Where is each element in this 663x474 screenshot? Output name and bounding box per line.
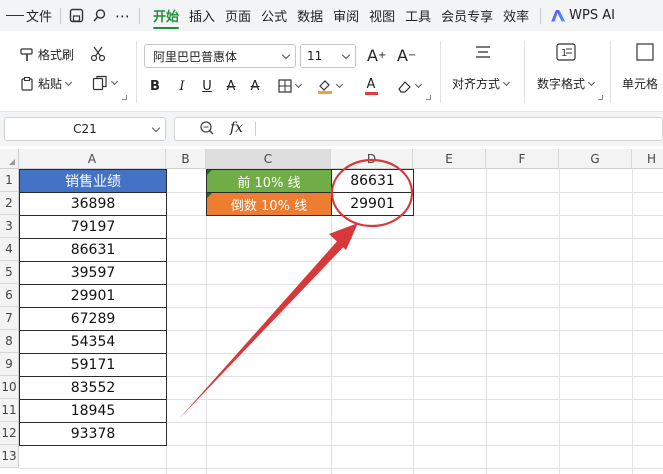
annotation-circle	[330, 158, 414, 228]
annotation-overlay	[178, 158, 414, 420]
annotation-arrow-shaft	[178, 233, 352, 420]
